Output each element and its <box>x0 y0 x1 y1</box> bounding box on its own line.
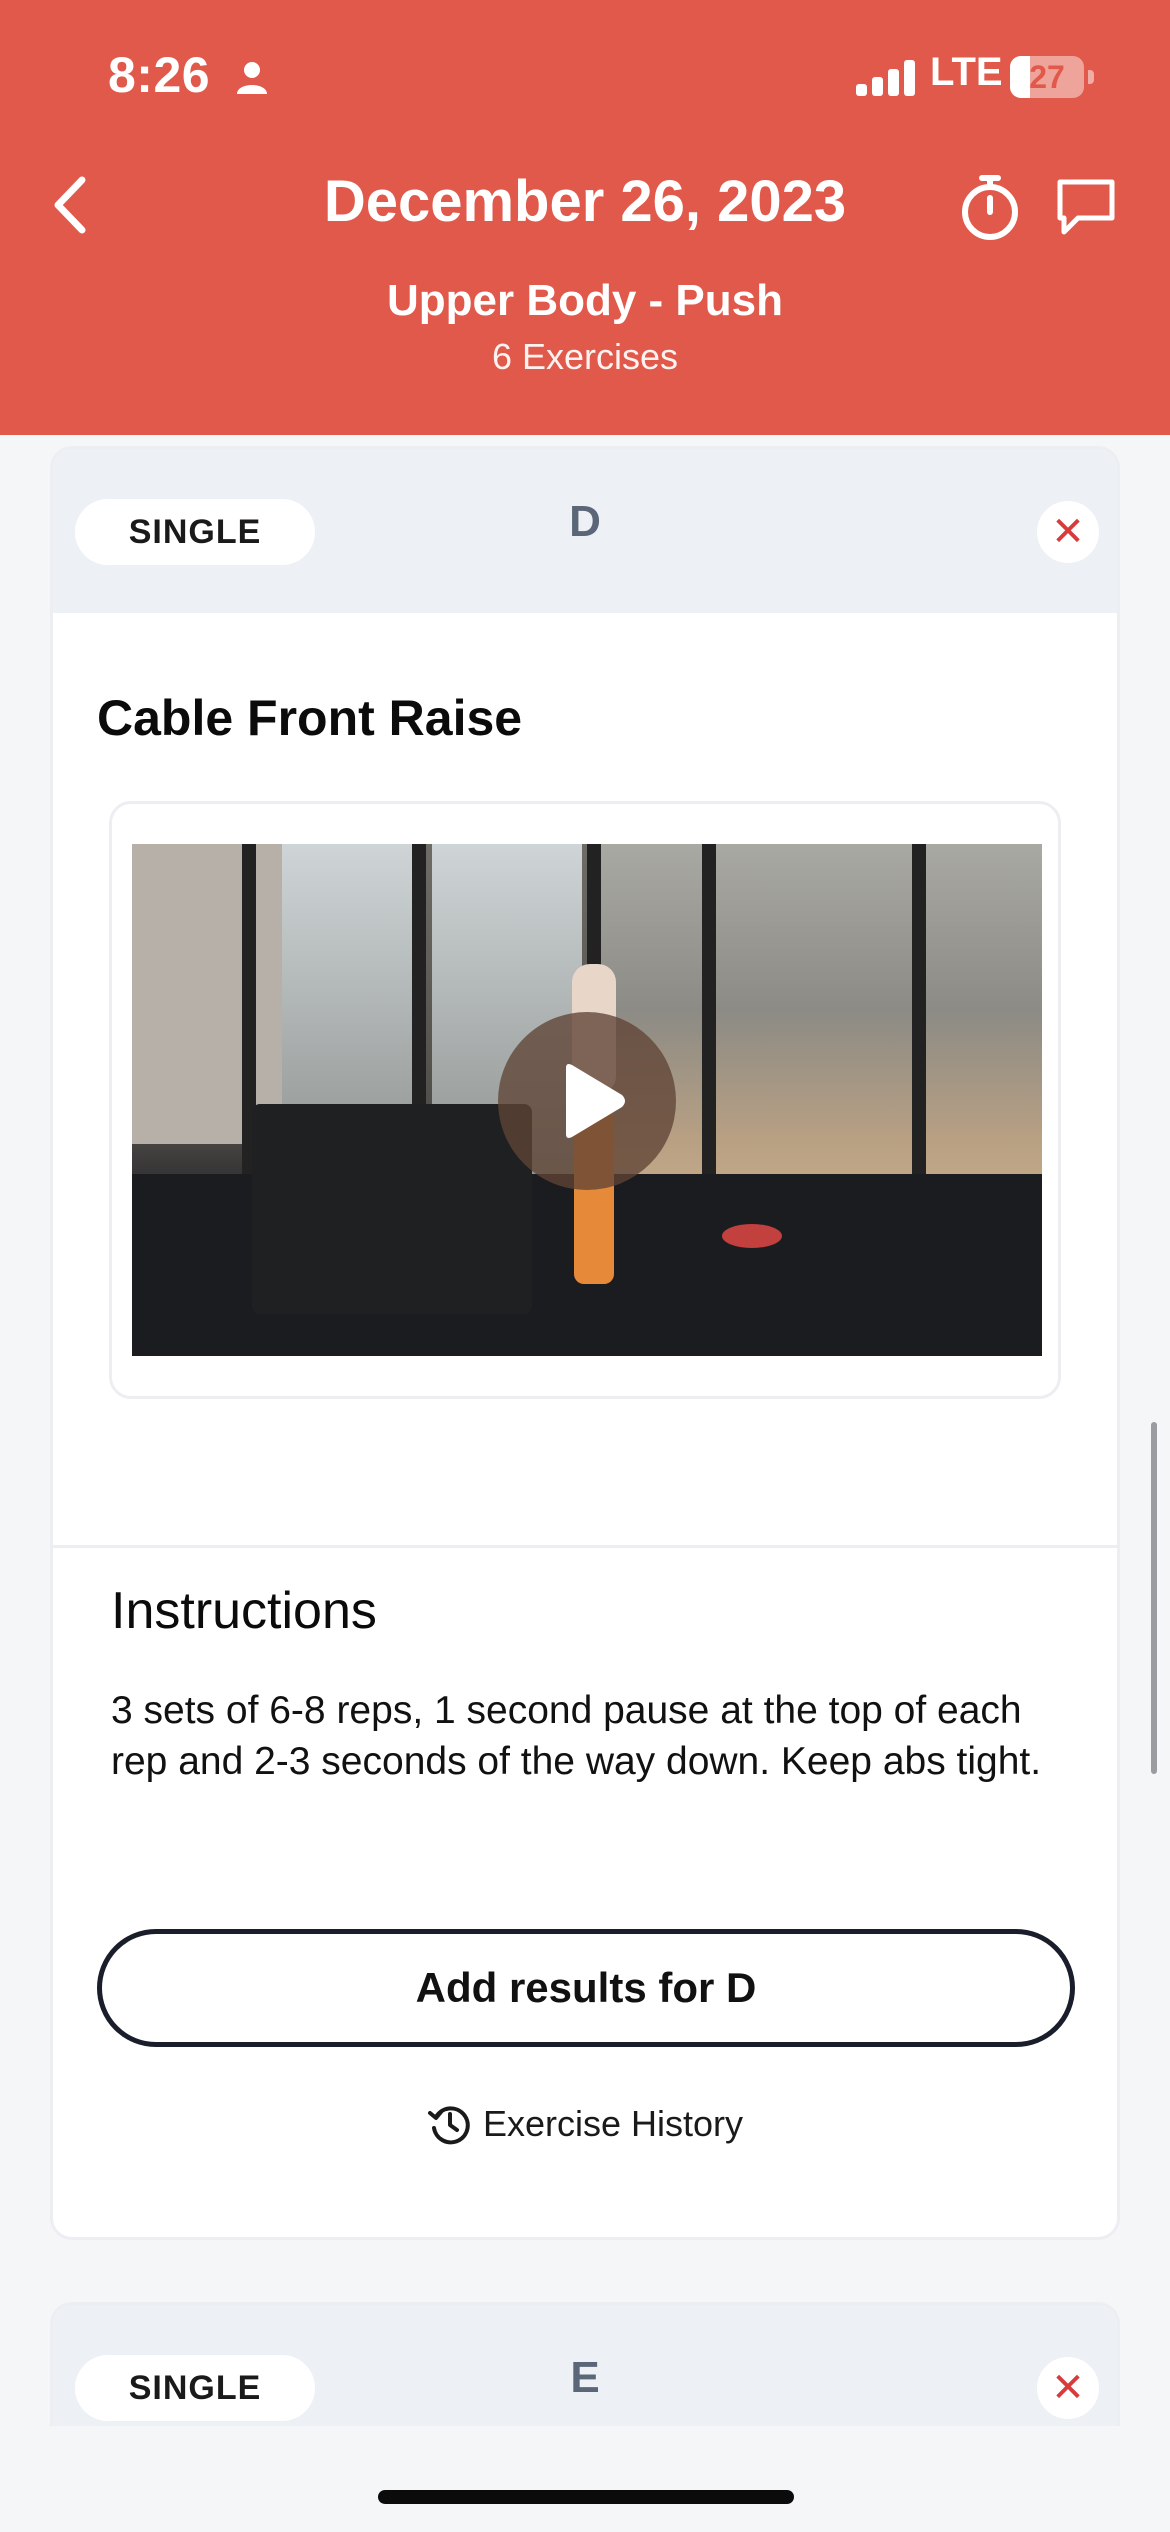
exercise-letter: E <box>570 2353 600 2402</box>
exercise-name: Cable Front Raise <box>97 690 523 746</box>
signal-icon <box>856 60 916 96</box>
battery-icon: 27 <box>1010 56 1084 98</box>
video-container <box>109 801 1061 1399</box>
remove-exercise-button[interactable]: ✕ <box>1037 2357 1099 2419</box>
status-time: 8:26 <box>108 47 211 103</box>
exercise-letter: D <box>569 497 601 546</box>
stopwatch-icon[interactable] <box>958 172 1022 242</box>
exercise-history-link[interactable]: Exercise History <box>427 2099 743 2149</box>
person-icon <box>237 62 267 94</box>
bottom-safe-area <box>0 2426 1170 2532</box>
section-divider <box>53 1545 1117 1548</box>
instructions-heading: Instructions <box>111 1582 377 1640</box>
history-clock-icon <box>427 2106 470 2145</box>
exercise-card-d: SINGLE D ✕ Cable Front Raise Instruction… <box>50 446 1120 2240</box>
play-icon <box>566 1064 625 1138</box>
exercise-card-header: SINGLE D ✕ <box>53 449 1117 613</box>
remove-exercise-button[interactable]: ✕ <box>1037 501 1099 563</box>
scrollbar[interactable] <box>1151 1422 1157 1774</box>
carrier-label: LTE <box>930 50 1003 94</box>
add-results-button[interactable]: Add results for D <box>97 1929 1075 2047</box>
play-button[interactable] <box>498 1012 676 1190</box>
exercise-history-label: Exercise History <box>482 2103 744 2144</box>
exercise-video-thumbnail[interactable] <box>132 844 1042 1356</box>
exercise-history-row: Exercise History <box>53 2099 1117 2149</box>
home-indicator[interactable] <box>378 2490 794 2504</box>
exercise-count: 6 Exercises <box>491 336 679 377</box>
app-header: 8:26 LTE 27 December 26, 2023 Upper Body… <box>0 0 1170 435</box>
battery-nub <box>1088 70 1094 84</box>
workout-name: Upper Body - Push <box>386 276 784 325</box>
instructions-text: 3 sets of 6-8 reps, 1 second pause at th… <box>111 1689 1042 1783</box>
battery-percent: 27 <box>1029 59 1065 95</box>
chat-bubble-icon[interactable] <box>1054 176 1118 238</box>
